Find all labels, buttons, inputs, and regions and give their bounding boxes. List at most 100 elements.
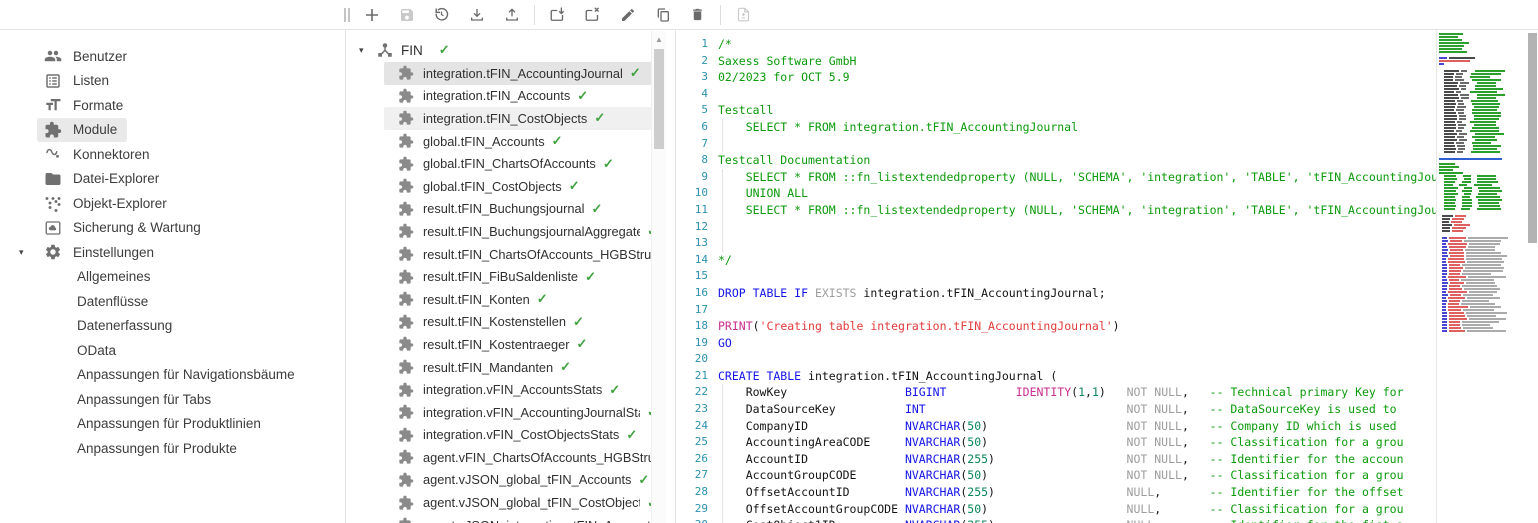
minimap-row: [1439, 57, 1526, 59]
line-number: 5: [676, 102, 708, 119]
sidebar-item-konnektoren[interactable]: Konnektoren: [0, 142, 160, 167]
code-line: 8Testcall Documentation: [676, 152, 1436, 169]
puzzle-icon: [398, 449, 414, 465]
sidebar-item-sicherung-wartung[interactable]: Sicherung & Wartung: [0, 216, 211, 241]
tree-item-result-tfin-konten[interactable]: result.tFIN_Konten✓: [384, 288, 658, 311]
editor-scrollbar-thumb[interactable]: [1528, 33, 1537, 243]
duplicate-button[interactable]: [645, 2, 680, 28]
delete-button[interactable]: [680, 2, 715, 28]
tree-item-integration-vfin-costobjectsstats[interactable]: integration.vFIN_CostObjectsStats✓: [384, 424, 658, 447]
sidebar-subitem-anpassungen-f-r-navigationsb-ume[interactable]: Anpassungen für Navigationsbäume: [0, 363, 345, 388]
tree-item-agent-vjson-integration-tfin-accountingjournal[interactable]: agent.vJSON_integration_tFIN_AccountingJ…: [384, 514, 658, 523]
sidebar-item-datei-explorer[interactable]: Datei-Explorer: [0, 167, 169, 192]
tree-item-integration-vfin-accountsstats[interactable]: integration.vFIN_AccountsStats✓: [384, 378, 658, 401]
tree-item-result-tfin-fibusaldenliste[interactable]: result.tFIN_FiBuSaldenliste✓: [384, 265, 658, 288]
code-line: 9 SELECT * FROM ::fn_listextendedpropert…: [676, 169, 1436, 186]
tree-item-integration-tfin-accounts[interactable]: integration.tFIN_Accounts✓: [384, 85, 658, 108]
sidebar-subitem-datenerfassung[interactable]: Datenerfassung: [0, 314, 345, 339]
toolbar-divider: [534, 5, 535, 25]
tree-scrollbar[interactable]: ▲: [651, 31, 666, 523]
sidebar-item-formate[interactable]: Formate: [0, 93, 133, 118]
panel-resize-handle[interactable]: [340, 2, 354, 28]
tree-item-integration-vfin-accountingjournalstats[interactable]: integration.vFIN_AccountingJournalStats✓: [384, 401, 658, 424]
sql-code-editor[interactable]: 1/*2Saxess Software GmbH302/2023 for OCT…: [676, 31, 1436, 523]
code-line-content: [718, 219, 1436, 236]
tree-divider[interactable]: [675, 30, 676, 523]
sidebar-subitem-anpassungen-f-r-tabs[interactable]: Anpassungen für Tabs: [0, 387, 345, 412]
tree-item-result-tfin-buchungsjournal[interactable]: result.tFIN_Buchungsjournal✓: [384, 198, 658, 221]
sidebar-item-label: Formate: [73, 98, 123, 113]
check-icon: ✓: [603, 156, 614, 172]
sidebar-item-listen[interactable]: Listen: [0, 69, 119, 94]
sidebar-item-module[interactable]: Module: [0, 118, 127, 143]
scroll-up-arrow-icon[interactable]: ▲: [652, 35, 666, 44]
tree-item-global-tfin-accounts[interactable]: global.tFIN_Accounts✓: [384, 130, 658, 153]
minimap-row: [1439, 318, 1526, 320]
tree-item-agent-vfin-chartsofaccounts-hgbstructure[interactable]: agent.vFIN_ChartsOfAccounts_HGBStructure: [384, 446, 658, 469]
tree-item-label: agent.vJSON_integration_tFIN_AccountingJ…: [423, 518, 658, 523]
code-line-content: */: [718, 252, 1436, 269]
tree-item-result-tfin-mandanten[interactable]: result.tFIN_Mandanten✓: [384, 356, 658, 379]
sidebar-subitem-anpassungen-f-r-produkte[interactable]: Anpassungen für Produkte: [0, 436, 345, 461]
undeploy-button[interactable]: [575, 2, 610, 28]
code-line-content: GO: [718, 335, 1436, 352]
check-icon: ✓: [439, 42, 450, 58]
tree-item-result-tfin-chartsofaccounts-hgbstructure[interactable]: result.tFIN_ChartsOfAccounts_HGBStructur…: [384, 243, 658, 266]
sidebar-item-objekt-explorer[interactable]: Objekt-Explorer: [0, 191, 177, 216]
minimap-row: [1439, 258, 1526, 260]
tree-scrollbar-thumb[interactable]: [654, 49, 664, 149]
save-button: [389, 2, 424, 28]
chevron-down-icon[interactable]: ▾: [0, 247, 37, 258]
puzzle-icon: [44, 121, 62, 139]
connector-icon: [44, 145, 62, 163]
code-line-content: OffsetAccountGroupCODE NVARCHAR(50) NULL…: [718, 501, 1436, 518]
tree-item-integration-tfin-accountingjournal[interactable]: integration.tFIN_AccountingJournal✓: [384, 62, 658, 85]
line-number: 8: [676, 152, 708, 169]
tree-item-result-tfin-kostentraeger[interactable]: result.tFIN_Kostentraeger✓: [384, 333, 658, 356]
puzzle-icon: [398, 223, 414, 239]
code-line-content: AccountGroupCODE NVARCHAR(50) NOT NULL, …: [718, 467, 1436, 484]
sidebar-item-einstellungen[interactable]: ▾Einstellungen: [0, 240, 164, 265]
tree-item-result-tfin-buchungsjournalaggregated[interactable]: result.tFIN_BuchungsjournalAggregated✓: [384, 220, 658, 243]
sidebar-subitem-datenfl-sse[interactable]: Datenflüsse: [0, 289, 345, 314]
hierarchy-icon: [376, 41, 394, 59]
puzzle-icon: [398, 110, 414, 126]
line-number: 6: [676, 119, 708, 136]
sidebar-item-benutzer[interactable]: Benutzer: [0, 44, 137, 69]
format-icon: [44, 96, 62, 114]
tree-item-agent-vjson-global-tfin-costobjects[interactable]: agent.vJSON_global_tFIN_CostObjects✓: [384, 491, 658, 514]
puzzle-icon: [398, 382, 414, 398]
tree-item-label: result.tFIN_Kostenstellen: [423, 314, 566, 329]
line-number: 2: [676, 53, 708, 70]
code-line: 16DROP TABLE IF EXISTS integration.tFIN_…: [676, 285, 1436, 302]
minimap-row: [1439, 42, 1526, 44]
download-button[interactable]: [459, 2, 494, 28]
sidebar-subitem-allgemeines[interactable]: Allgemeines: [0, 265, 345, 290]
edit-button[interactable]: [610, 2, 645, 28]
sidebar-subitem-anpassungen-f-r-produktlinien[interactable]: Anpassungen für Produktlinien: [0, 412, 345, 437]
upload-button[interactable]: [494, 2, 529, 28]
deploy-button[interactable]: [540, 2, 575, 28]
line-number: 26: [676, 451, 708, 468]
minimap-row: [1439, 91, 1526, 93]
tree-item-global-tfin-chartsofaccounts[interactable]: global.tFIN_ChartsOfAccounts✓: [384, 152, 658, 175]
code-line-content: [718, 351, 1436, 368]
tree-item-result-tfin-kostenstellen[interactable]: result.tFIN_Kostenstellen✓: [384, 311, 658, 334]
sidebar-subitem-odata[interactable]: OData: [0, 338, 345, 363]
check-icon: ✓: [577, 336, 588, 352]
tree-root-fin[interactable]: ▾ FIN ✓: [346, 38, 675, 62]
tree-item-global-tfin-costobjects[interactable]: global.tFIN_CostObjects✓: [384, 175, 658, 198]
chevron-down-icon[interactable]: ▾: [359, 45, 376, 56]
history-button[interactable]: [424, 2, 459, 28]
sidebar-divider[interactable]: [345, 0, 346, 523]
code-line: 17: [676, 302, 1436, 319]
add-button[interactable]: [354, 2, 389, 28]
tree-item-agent-vjson-global-tfin-accounts[interactable]: agent.vJSON_global_tFIN_Accounts✓: [384, 469, 658, 492]
code-line-content: CostObject1ID NVARCHAR(255) NULL -- Iden…: [718, 517, 1436, 523]
code-line-content: CREATE TABLE integration.tFIN_Accounting…: [718, 368, 1436, 385]
tree-item-integration-tfin-costobjects[interactable]: integration.tFIN_CostObjects✓: [384, 107, 658, 130]
minimap-row: [1439, 60, 1526, 62]
minimap-row: [1439, 106, 1526, 108]
folder-icon: [44, 170, 62, 188]
editor-minimap[interactable]: [1439, 33, 1526, 333]
